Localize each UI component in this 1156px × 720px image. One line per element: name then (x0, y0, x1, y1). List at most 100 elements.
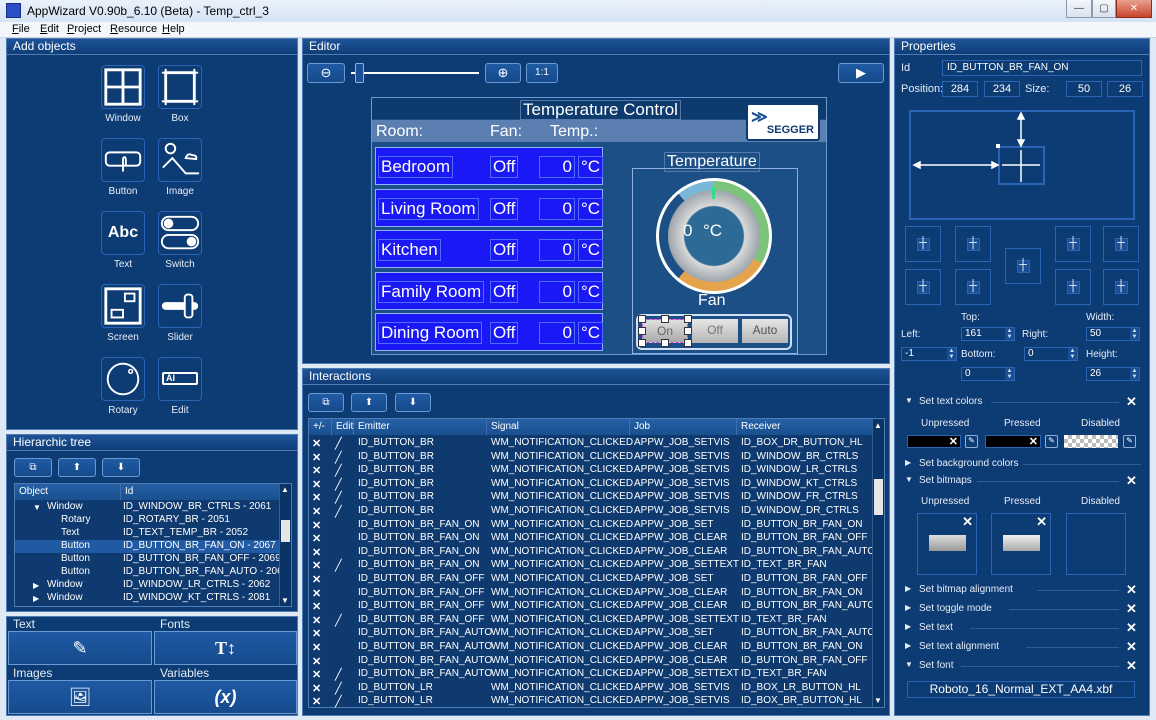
spin-arrows-icon[interactable]: ▲ ▼ (1005, 328, 1014, 340)
right-spinner[interactable]: 0 ▲ ▼ (1024, 347, 1078, 361)
remove-bitmap-icon[interactable]: ✕ (962, 514, 973, 530)
text-colors-section[interactable]: Set text colors (919, 396, 982, 407)
bitmap-unpressed-slot[interactable]: ✕ (917, 513, 977, 575)
add-rotary-tile[interactable] (101, 357, 145, 401)
anchor-button[interactable]: ┼ (1005, 248, 1041, 284)
tree-move-up-button[interactable]: ⬆ (58, 458, 96, 477)
interaction-row[interactable]: ✕ ╱ ID_BUTTON_BR WM_NOTIFICATION_CLICKED APP… (309, 451, 873, 465)
add-edit-tile[interactable]: AI (158, 357, 202, 401)
set-toggle-mode-section[interactable]: Set toggle mode (919, 603, 992, 614)
interaction-row[interactable]: ✕ ID_BUTTON_BR_FAN_ON WM_NOTIFICATION_CLIC… (309, 532, 873, 546)
remove-set-toggle-mode-icon[interactable]: ✕ (1126, 601, 1137, 617)
add-window-tile[interactable] (101, 65, 145, 109)
screen-title[interactable]: Temperature Control (520, 100, 681, 120)
bottom-spinner[interactable]: 0 ▲ ▼ (961, 367, 1015, 381)
maximize-button[interactable]: ▢ (1092, 0, 1116, 18)
expand-icon[interactable]: ▶ (905, 458, 911, 467)
collapse-icon[interactable]: ▼ (905, 396, 913, 405)
delete-icon[interactable]: ✕ (312, 668, 321, 681)
scroll-down-icon[interactable]: ▼ (874, 696, 882, 705)
interactions-scrollbar[interactable]: ▲ ▼ (872, 419, 884, 707)
interaction-row[interactable]: ✕ ╱ ID_BUTTON_BR WM_NOTIFICATION_CLICKED APP… (309, 478, 873, 492)
add-text-tile[interactable]: Abc (101, 211, 145, 255)
anchor-button[interactable]: ┼ (1055, 269, 1091, 305)
resize-handle[interactable] (661, 339, 669, 347)
width-spinner[interactable]: 50 ▲ ▼ (1086, 327, 1140, 341)
col-edit[interactable]: Edit (332, 419, 354, 435)
expand-icon[interactable]: ▶ (905, 622, 911, 631)
delete-icon[interactable]: ✕ (312, 655, 321, 668)
bitmap-disabled-slot[interactable] (1066, 513, 1126, 575)
resize-handle[interactable] (684, 315, 692, 323)
text-color-pressed-swatch[interactable]: ✕ (985, 435, 1041, 448)
delete-icon[interactable]: ✕ (312, 532, 321, 545)
interaction-row[interactable]: ✕ ID_BUTTON_BR_FAN_AUTO WM_NOTIFICATION_CL… (309, 655, 873, 669)
tree-scroll-thumb[interactable] (281, 520, 290, 542)
interaction-row[interactable]: ✕ ╱ ID_BUTTON_BR WM_NOTIFICATION_CLICKED APP… (309, 491, 873, 505)
scroll-up-icon[interactable]: ▲ (874, 421, 882, 430)
pencil-icon[interactable]: ╱ (335, 451, 342, 464)
zoom-slider-track[interactable] (351, 72, 479, 74)
spin-arrows-icon[interactable]: ▲ ▼ (1068, 348, 1077, 360)
interaction-row[interactable]: ✕ ╱ ID_BUTTON_BR WM_NOTIFICATION_CLICKED APP… (309, 464, 873, 478)
interaction-row[interactable]: ✕ ID_BUTTON_BR_FAN_AUTO WM_NOTIFICATION_CL… (309, 627, 875, 641)
delete-icon[interactable]: ✕ (312, 695, 321, 708)
expand-icon[interactable]: ▶ (33, 581, 39, 590)
interaction-row[interactable]: ✕ ╱ ID_BUTTON_BR_FAN_ON WM_NOTIFICATION_CLI… (309, 559, 873, 573)
menu-resource[interactable]: Resource (110, 23, 157, 35)
col-receiver[interactable]: Receiver (737, 419, 873, 435)
zoom-1-1-button[interactable]: 1:1 (526, 63, 558, 83)
delete-icon[interactable]: ✕ (312, 478, 321, 491)
resize-handle[interactable] (684, 327, 692, 335)
interaction-row[interactable]: ✕ ╱ ID_BUTTON_LR WM_NOTIFICATION_CLICKED APP… (309, 695, 873, 709)
position-x-field[interactable]: 284 (942, 81, 978, 97)
tree-col-id[interactable]: Id (121, 484, 281, 500)
font-section[interactable]: Set font (919, 660, 953, 671)
tree-row[interactable]: Rotary ID_ROTARY_BR - 2051 (15, 514, 279, 527)
tree-col-object[interactable]: Object (15, 484, 121, 500)
anchor-button[interactable]: ┼ (1055, 226, 1091, 262)
spin-arrows-icon[interactable]: ▲ ▼ (1130, 328, 1139, 340)
room-row[interactable]: Bedroom Off 0 °C (375, 147, 604, 185)
add-button-tile[interactable] (101, 138, 145, 182)
tree-add-button[interactable]: ⧉ (14, 458, 52, 477)
size-width-field[interactable]: 50 (1066, 81, 1102, 97)
interaction-row[interactable]: ✕ ╱ ID_BUTTON_BR_FAN_OFF WM_NOTIFICATION_CL… (309, 614, 873, 628)
pencil-icon[interactable]: ╱ (335, 478, 342, 491)
tree-move-down-button[interactable]: ⬇ (102, 458, 140, 477)
interaction-row[interactable]: ✕ ╱ ID_BUTTON_BR WM_NOTIFICATION_CLICKED APP… (309, 437, 873, 451)
clear-color-icon[interactable]: ✕ (1029, 435, 1038, 448)
pencil-icon[interactable]: ╱ (335, 668, 342, 681)
layout-preview[interactable] (909, 110, 1135, 220)
remove-bitmaps-icon[interactable]: ✕ (1126, 473, 1137, 489)
delete-icon[interactable]: ✕ (312, 491, 321, 504)
interaction-move-down-button[interactable]: ⬇ (395, 393, 431, 412)
scroll-up-icon[interactable]: ▲ (281, 485, 289, 494)
interaction-row[interactable]: ✕ ╱ ID_BUTTON_BR_FAN_AUTO WM_NOTIFICATION_C… (309, 668, 873, 682)
delete-icon[interactable]: ✕ (312, 641, 321, 654)
background-colors-section[interactable]: Set background colors (919, 458, 1019, 469)
zoom-out-button[interactable]: ⊖ (307, 63, 345, 83)
col-add-remove[interactable]: +/- (309, 419, 332, 435)
delete-icon[interactable]: ✕ (312, 559, 321, 572)
interaction-row[interactable]: ✕ ╱ ID_BUTTON_BR WM_NOTIFICATION_CLICKED APP… (309, 505, 873, 519)
interaction-row[interactable]: ✕ ID_BUTTON_BR_FAN_AUTO WM_NOTIFICATION_CL… (309, 641, 873, 655)
zoom-in-button[interactable]: ⊕ (485, 63, 521, 83)
tree-row[interactable]: Button ID_BUTTON_BR_FAN_ON - 2067 (15, 540, 279, 553)
remove-font-icon[interactable]: ✕ (1126, 658, 1137, 674)
tree-row[interactable]: ▶ Window ID_WINDOW_KT_CTRLS - 2081 (15, 592, 279, 605)
images-resource-button[interactable]: 🖼 (8, 680, 152, 714)
collapse-icon[interactable]: ▼ (905, 475, 913, 484)
fan-auto-button[interactable]: Auto (742, 319, 788, 343)
resize-handle[interactable] (638, 315, 646, 323)
minimize-button[interactable]: — (1066, 0, 1092, 18)
add-image-tile[interactable] (158, 138, 202, 182)
interactions-scroll-thumb[interactable] (874, 479, 883, 515)
scroll-down-icon[interactable]: ▼ (281, 596, 289, 605)
col-emitter[interactable]: Emitter (354, 419, 487, 435)
delete-icon[interactable]: ✕ (312, 682, 321, 695)
interaction-row[interactable]: ✕ ID_BUTTON_BR_FAN_OFF WM_NOTIFICATION_CLI… (309, 587, 873, 601)
collapse-icon[interactable]: ▼ (33, 503, 41, 512)
text-color-unpressed-swatch[interactable]: ✕ (907, 435, 961, 448)
expand-icon[interactable]: ▶ (33, 594, 39, 603)
